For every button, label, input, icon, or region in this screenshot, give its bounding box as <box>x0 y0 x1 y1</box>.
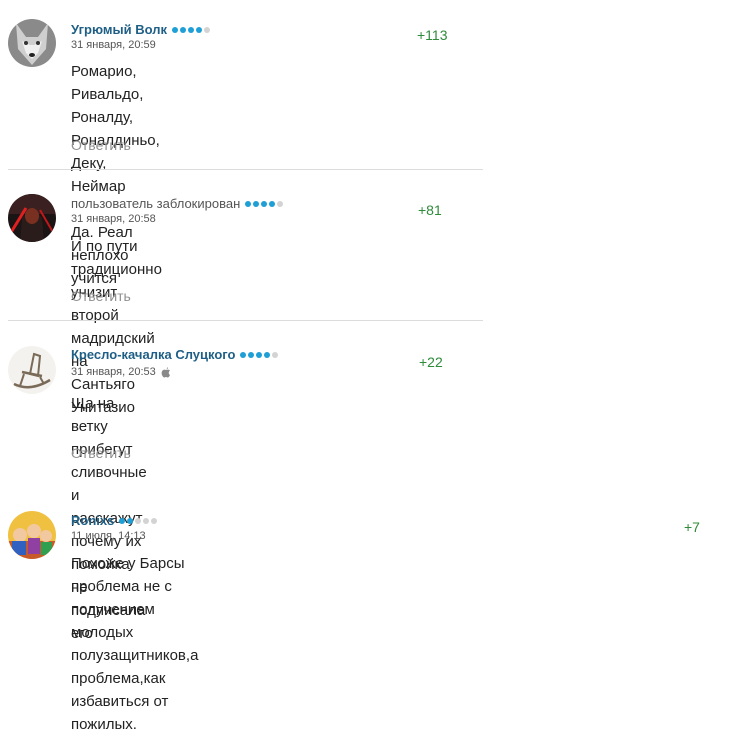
comment-date: 31 января, 20:53 <box>71 366 171 378</box>
rating-dot <box>143 517 150 524</box>
rating-dot <box>151 517 158 524</box>
rating-dot <box>119 517 126 524</box>
rating-dot <box>256 351 263 358</box>
author-name[interactable]: Ronixs <box>71 513 114 528</box>
rating-dot <box>203 26 210 33</box>
rating-dot <box>179 26 186 33</box>
rating-dot <box>245 200 252 207</box>
rating-dot <box>171 26 178 33</box>
avatar[interactable] <box>8 346 56 394</box>
author-name[interactable]: Угрюмый Волк <box>71 22 167 37</box>
avatar[interactable] <box>8 511 56 559</box>
comment-score[interactable]: +113 <box>417 27 448 43</box>
date-text: 31 января, 20:58 <box>71 213 156 225</box>
comment-score[interactable]: +7 <box>684 519 700 535</box>
author-name[interactable]: Кресло-качалка Слуцкого <box>71 347 235 362</box>
user-rating <box>245 200 284 207</box>
date-text: 31 января, 20:59 <box>71 39 156 51</box>
rating-dot <box>248 351 255 358</box>
comment-date: 31 января, 20:59 <box>71 39 156 51</box>
comment-author[interactable]: пользователь заблокирован <box>71 196 284 211</box>
date-text: 11 июля, 14:13 <box>71 530 146 542</box>
divider <box>8 169 483 170</box>
reply-button[interactable]: Ответить <box>71 288 131 304</box>
avatar[interactable] <box>8 194 56 242</box>
rating-dot <box>269 200 276 207</box>
rating-dot <box>187 26 194 33</box>
rating-dot <box>277 200 284 207</box>
comment-author[interactable]: Кресло-качалка Слуцкого <box>71 347 279 362</box>
comment-text: Похоже у Барсы проблема не с получением … <box>71 555 199 733</box>
comment-score[interactable]: +22 <box>419 354 443 370</box>
comment-author[interactable]: Ronixs <box>71 513 158 528</box>
comment-score[interactable]: +81 <box>418 202 442 218</box>
rating-dot <box>240 351 247 358</box>
reply-button[interactable]: Ответить <box>71 445 131 461</box>
rating-dot <box>253 200 260 207</box>
rating-dot <box>261 200 268 207</box>
user-rating <box>119 517 158 524</box>
comment-date: 11 июля, 14:13 <box>71 530 146 542</box>
avatar[interactable] <box>8 19 56 67</box>
rating-dot <box>272 351 279 358</box>
rating-dot <box>135 517 142 524</box>
user-rating <box>171 26 210 33</box>
apple-icon <box>161 366 170 377</box>
comment-author[interactable]: Угрюмый Волк <box>71 22 210 37</box>
author-name[interactable]: пользователь заблокирован <box>71 196 240 211</box>
divider <box>8 320 483 321</box>
date-text: 31 января, 20:53 <box>71 366 156 378</box>
reply-button[interactable]: Ответить <box>71 137 131 153</box>
comment-date: 31 января, 20:58 <box>71 213 156 225</box>
user-rating <box>240 351 279 358</box>
rating-dot <box>127 517 134 524</box>
rating-dot <box>264 351 271 358</box>
rating-dot <box>195 26 202 33</box>
